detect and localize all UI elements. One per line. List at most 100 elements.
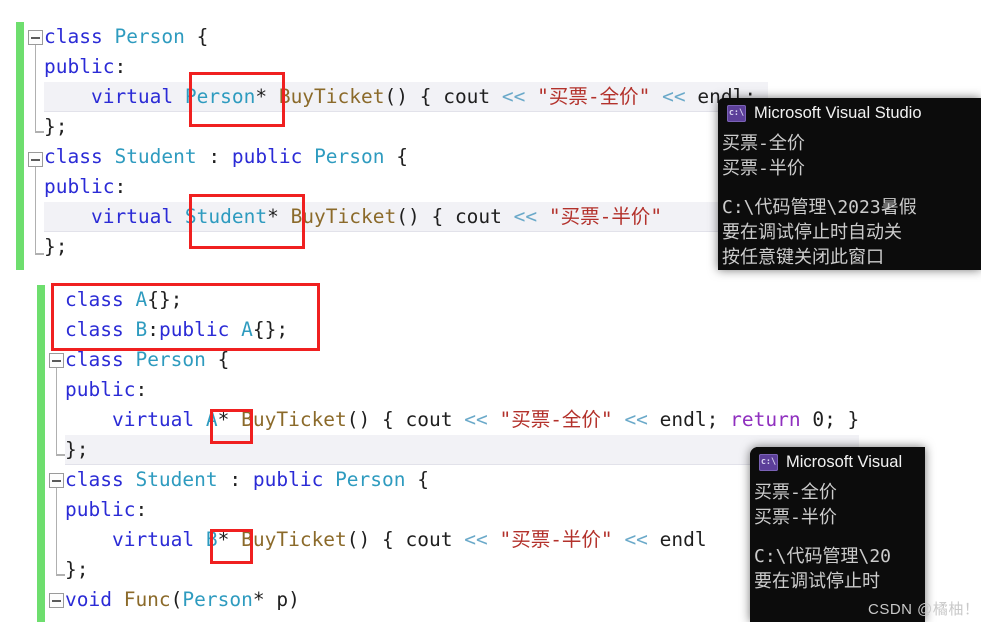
code-line[interactable]: virtual Student* BuyTicket() { cout << "… (44, 202, 768, 232)
code-lines-bottom: class A{}; class B:public A{}; class Perso… (65, 285, 860, 615)
code-line[interactable]: class Person { (44, 22, 768, 52)
code-token: () { (384, 85, 444, 108)
code-token: << (464, 408, 488, 431)
code-editor-pane-top[interactable]: class Person {public: virtual Person* Bu… (0, 22, 768, 272)
code-line[interactable]: public: (65, 375, 859, 405)
code-token: "买票-全价" (499, 408, 613, 431)
code-line[interactable]: }; (65, 555, 859, 585)
code-line[interactable]: }; (65, 435, 860, 465)
code-structure-guide-foot (34, 131, 44, 133)
code-structure-guide (55, 368, 58, 454)
fold-collapse-icon[interactable] (49, 353, 64, 368)
code-structure-guide (34, 45, 37, 131)
code-line[interactable]: class Student : public Person { (44, 142, 768, 172)
code-line[interactable]: virtual A* BuyTicket() { cout << "买票-全价"… (65, 405, 859, 435)
code-line[interactable]: class A{}; (65, 285, 859, 315)
fold-collapse-icon[interactable] (49, 593, 64, 608)
code-structure-guide-foot (55, 454, 65, 456)
code-token: () { (346, 408, 406, 431)
code-token: : (196, 145, 232, 168)
code-token: virtual (111, 528, 206, 551)
console-output-bottom: 买票-全价 买票-半价 C:\代码管理\20 要在调试停止时 (750, 477, 925, 594)
code-line[interactable]: virtual Person* BuyTicket() { cout << "买… (44, 82, 768, 112)
code-token: }; (44, 115, 68, 138)
code-token: Student (184, 205, 268, 228)
code-token: Person (135, 348, 206, 371)
code-token: << (501, 85, 526, 108)
code-token: {}; (147, 288, 183, 311)
code-token: cout (454, 205, 502, 228)
code-token: A (205, 408, 218, 431)
fold-collapse-icon[interactable] (49, 473, 64, 488)
code-token: Person (182, 588, 253, 611)
code-token: << (624, 528, 648, 551)
code-line[interactable]: }; (44, 232, 768, 262)
code-token: void (65, 588, 124, 611)
code-token: virtual (90, 205, 185, 228)
console-line: 要在调试停止时自动关 (722, 222, 902, 243)
code-token: B (205, 528, 218, 551)
code-line[interactable]: public: (44, 172, 768, 202)
code-token: Func (123, 588, 171, 611)
code-line[interactable]: virtual B* BuyTicket() { cout << "买票-半价"… (65, 525, 859, 555)
console-titlebar-bottom[interactable]: c:\ Microsoft Visual (750, 447, 925, 477)
fold-collapse-icon[interactable] (28, 152, 43, 167)
code-token: public (65, 378, 136, 401)
console-titlebar-top[interactable]: c:\ Microsoft Visual Studio (718, 98, 981, 128)
code-token: Student (135, 468, 218, 491)
code-token: public (231, 145, 315, 168)
code-token: class (65, 288, 136, 311)
code-line[interactable]: class B:public A{}; (65, 315, 859, 345)
code-line[interactable]: void Func(Person* p) (65, 585, 859, 615)
change-bar-top (16, 22, 24, 270)
console-line: 要在调试停止时 (754, 571, 880, 592)
console-window-top[interactable]: c:\ Microsoft Visual Studio 买票-全价 买票-半价 C:… (718, 98, 981, 270)
console-window-bottom[interactable]: c:\ Microsoft Visual 买票-全价 买票-半价 C:\代码管理\2… (750, 447, 925, 622)
code-line[interactable]: class Person { (65, 345, 859, 375)
code-line[interactable]: public: (44, 52, 768, 82)
code-token: Person (314, 145, 385, 168)
code-token: }; (65, 438, 89, 461)
code-token: public (44, 55, 115, 78)
csdn-watermark: CSDN @橘柚！ (868, 601, 980, 618)
code-token: : (114, 175, 127, 198)
code-token: class (44, 25, 115, 48)
code-token: ( (170, 588, 183, 611)
code-line[interactable]: }; (44, 112, 768, 142)
code-token: public (44, 175, 115, 198)
console-line: C:\代码管理\20 (754, 546, 892, 567)
console-line: 按任意键关闭此窗口 (722, 247, 884, 268)
console-title-top: Microsoft Visual Studio (754, 103, 922, 122)
code-token: cout (405, 408, 453, 431)
code-token: endl (659, 408, 707, 431)
code-token: << (513, 205, 538, 228)
code-token: : (135, 378, 148, 401)
code-token: : (114, 55, 127, 78)
console-window-icon: c:\ (759, 453, 778, 471)
code-token: {}; (252, 318, 289, 341)
code-token: BuyTicket (290, 205, 397, 228)
code-token: public (158, 318, 242, 341)
code-token: public (252, 468, 336, 491)
code-line[interactable]: public: (65, 495, 859, 525)
console-output-top: 买票-全价 买票-半价 C:\代码管理\2023暑假 要在调试停止时自动关 按任意键关闭… (718, 128, 981, 270)
code-line[interactable]: class Student : public Person { (65, 465, 859, 495)
code-token: class (44, 145, 115, 168)
code-token: endl (659, 528, 707, 551)
code-token: A (135, 288, 148, 311)
code-token: "买票-全价" (537, 85, 651, 108)
fold-collapse-icon[interactable] (28, 30, 43, 45)
